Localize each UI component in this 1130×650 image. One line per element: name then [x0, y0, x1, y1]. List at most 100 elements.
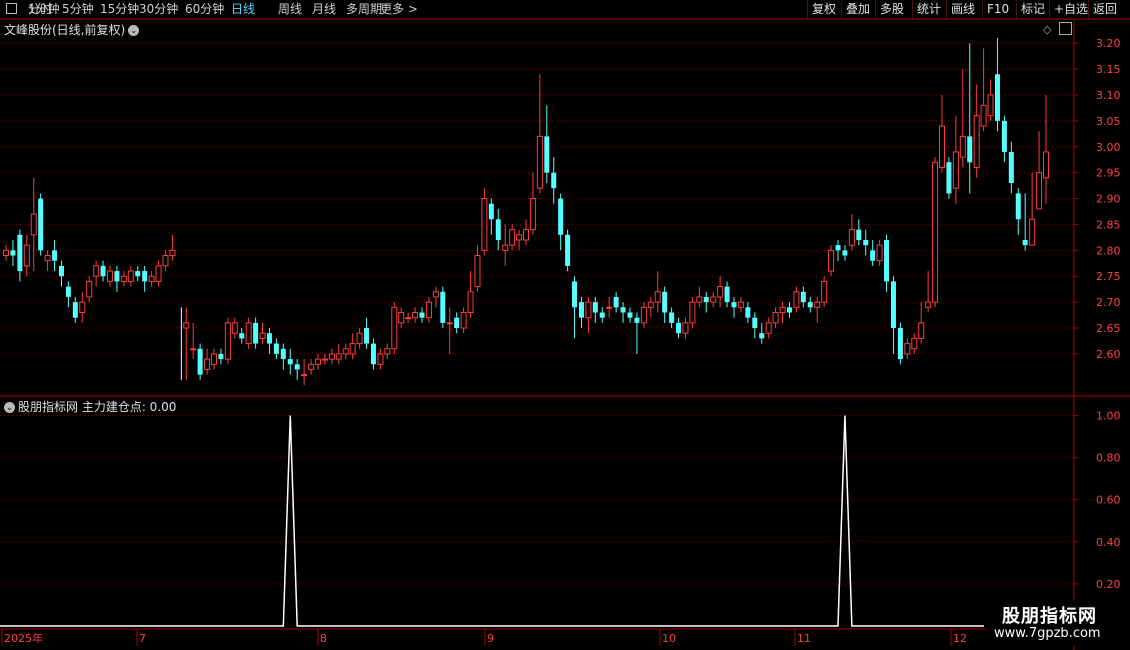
candle-body	[689, 301, 696, 324]
candle-body	[516, 234, 523, 241]
candle-body	[1008, 151, 1014, 184]
candle-body	[23, 244, 30, 267]
candle-body	[772, 311, 779, 324]
candle-body	[328, 353, 335, 360]
candle-body	[627, 312, 633, 318]
candle-body	[432, 291, 439, 298]
candle-body	[959, 135, 966, 158]
candle-body	[585, 301, 592, 319]
candle-body	[676, 322, 682, 334]
candle-body	[737, 301, 744, 308]
candle-body	[100, 265, 106, 277]
candle-body	[946, 162, 952, 194]
candle-body	[870, 250, 876, 261]
candle-body	[696, 296, 703, 303]
candle-body	[620, 307, 626, 313]
candle-body	[863, 239, 869, 246]
candle-body	[509, 229, 516, 246]
candle-body	[321, 358, 328, 361]
candle-body	[759, 333, 765, 339]
candle-body	[349, 343, 356, 355]
candle-body	[218, 353, 224, 360]
chart-canvas[interactable]: 3.20 3.15 3.10 3.05 3.00 2.95 2.90 2.85 2.80 2.75…	[0, 0, 1130, 650]
candle-body	[544, 136, 550, 173]
candle-body	[613, 296, 619, 308]
x-tick-label: 2025年	[4, 631, 43, 645]
y-tick-label: 0.60	[1096, 494, 1121, 507]
candle-body	[454, 317, 460, 329]
candle-body	[44, 255, 51, 262]
candle-body	[280, 348, 286, 360]
candle-body	[30, 213, 37, 236]
y-tick-label: 3.05	[1096, 115, 1121, 128]
candle-body	[967, 136, 973, 163]
candle-body	[800, 291, 806, 303]
watermark-title: 股朋指标网	[1002, 606, 1097, 627]
candle-body	[446, 322, 453, 325]
candle-body	[460, 311, 467, 329]
candle-body	[169, 249, 176, 257]
candle-body	[287, 359, 293, 365]
candle-body	[440, 291, 446, 323]
candle-body	[814, 301, 821, 308]
candle-body	[551, 172, 557, 189]
candle-body	[474, 255, 481, 288]
candle-body	[911, 337, 918, 350]
candle-body	[765, 322, 772, 334]
candle-body	[495, 219, 501, 240]
candle-body	[239, 333, 245, 339]
candle-body	[72, 302, 78, 318]
candle-body	[467, 291, 474, 313]
candle-body	[828, 249, 835, 272]
candle-body	[52, 250, 58, 261]
candle-body	[231, 322, 238, 334]
y-tick-label: 0.20	[1096, 578, 1121, 591]
y-tick-label: 2.70	[1096, 296, 1121, 309]
candle-body	[259, 332, 266, 339]
candle-body	[592, 302, 598, 313]
candle-body	[86, 280, 93, 298]
candle-body	[952, 151, 959, 189]
candle-body	[273, 343, 279, 354]
candle-body	[211, 353, 217, 365]
candle-body	[710, 296, 717, 303]
candle-body	[640, 306, 647, 324]
candle-body	[523, 229, 529, 241]
y-tick-label: 3.00	[1096, 141, 1121, 154]
candle-body	[1036, 172, 1043, 210]
candle-body	[224, 322, 231, 360]
candle-body	[3, 249, 9, 257]
candle-body	[391, 306, 398, 350]
candle-body	[266, 333, 272, 344]
candle-body	[58, 265, 64, 277]
candle-body	[724, 286, 730, 303]
candle-body	[856, 229, 862, 240]
candle-body	[987, 94, 994, 117]
watermark-url: www.7gpzb.com	[994, 626, 1101, 641]
candle-body	[807, 302, 813, 308]
x-tick-label: 7	[139, 632, 146, 645]
candle-body	[253, 322, 259, 344]
candle-body	[572, 281, 578, 308]
candle-body	[793, 291, 800, 308]
candle-body	[107, 270, 113, 282]
x-tick-label: 10	[662, 632, 676, 645]
y-tick-label: 3.15	[1096, 63, 1121, 76]
candle-body	[558, 198, 564, 235]
candle-body	[904, 343, 911, 355]
candle-body	[682, 322, 689, 334]
candle-body	[876, 244, 883, 262]
x-tick-label: 11	[797, 632, 811, 645]
candle-body	[398, 311, 405, 324]
candle-body	[405, 317, 412, 320]
watermark: 股朋指标网 www.7gpzb.com	[986, 600, 1130, 646]
y-tick-label: 2.85	[1096, 218, 1121, 231]
candle-body	[135, 271, 141, 277]
candle-body	[932, 161, 939, 303]
candle-body	[488, 203, 494, 220]
candle-body	[918, 322, 925, 339]
candle-body	[1029, 218, 1036, 246]
candle-body	[647, 301, 654, 308]
candle-body	[654, 291, 661, 303]
candle-body	[190, 348, 197, 351]
